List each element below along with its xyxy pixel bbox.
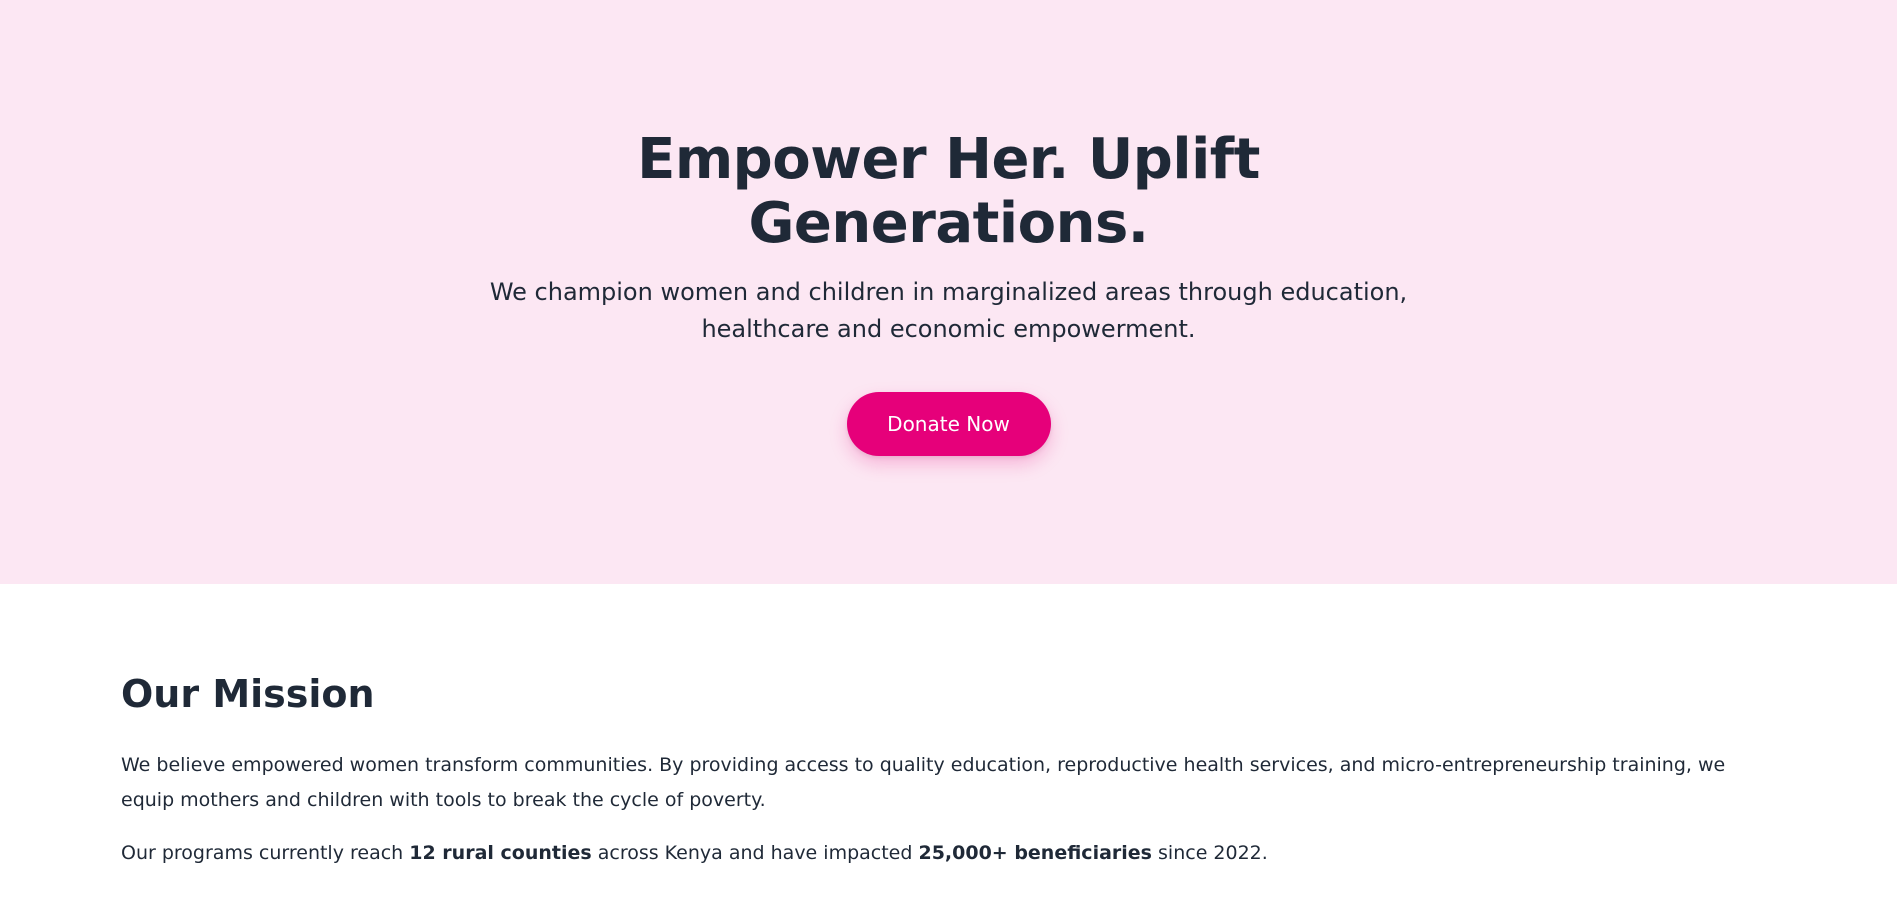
beneficiaries-stat: 25,000+ beneficiaries [918,842,1152,864]
donate-button[interactable]: Donate Now [846,392,1051,456]
mission-paragraph-2-part2: across Kenya and have impacted [591,842,919,864]
hero-title-line2: Generations. [748,191,1149,256]
mission-paragraph-1: We believe empowered women transform com… [121,754,1726,811]
mission-paragraph-2-part1: Our programs currently reach [121,842,410,864]
hero-title-line1: Empower Her. Uplift [637,127,1260,192]
mission-paragraph-2: Our programs currently reach 12 rural co… [121,836,1776,871]
rural-counties-stat: 12 rural counties [409,842,592,864]
hero-title: Empower Her. Uplift Generations. [569,128,1329,256]
hero-subtitle-line1: We champion women and children in margin… [489,278,1408,306]
mission-title: Our Mission [121,672,375,716]
mission-paragraph-2-part3: since 2022. [1151,842,1268,864]
hero-section: Empower Her. Uplift Generations. We cham… [0,0,1897,584]
hero-subtitle-line2: healthcare and economic empowerment. [701,315,1196,343]
mission-section: Our Mission We believe empowered women t… [0,584,1897,871]
hero-subtitle: We champion women and children in margin… [489,274,1409,348]
